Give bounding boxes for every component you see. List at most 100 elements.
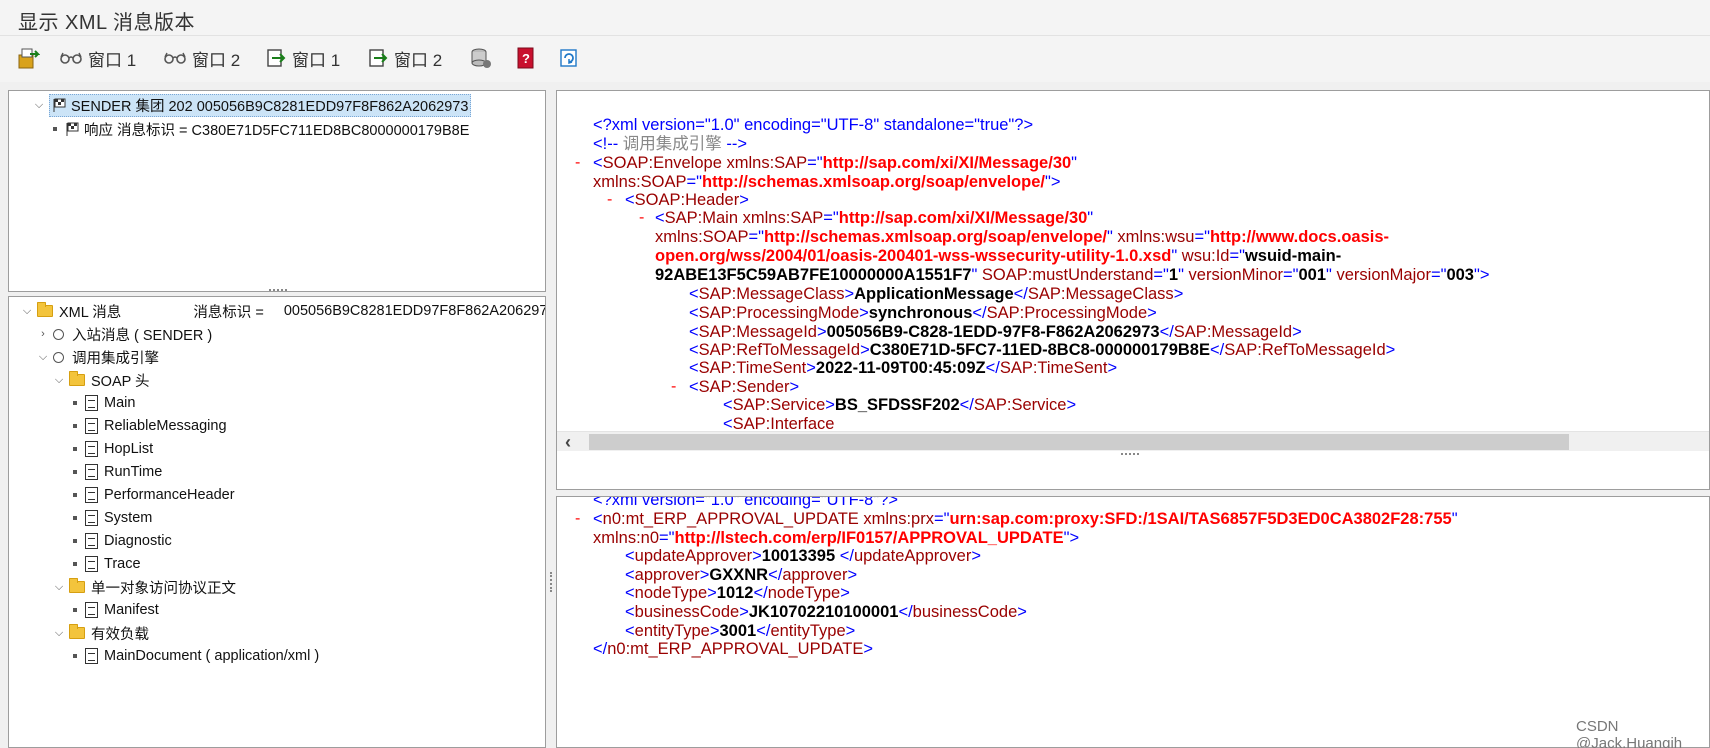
- payload-field-update-approver: <updateApprover>10013395 </updateApprove…: [625, 547, 981, 565]
- database-icon: [471, 48, 491, 68]
- watermark: CSDN @Jack.Huangjh: [1576, 718, 1683, 748]
- document-icon: [85, 556, 98, 572]
- payload-xml-declaration: <?xml version="1.0" encoding="UTF-8"?>: [593, 496, 899, 509]
- svg-text:?: ?: [522, 51, 530, 66]
- payload-field-node-type: <nodeType>1012</nodeType>: [625, 584, 850, 602]
- circle-icon: [53, 351, 64, 363]
- version-tree-pane: ⌵ SENDER 集团 202 005056B9C8281EDD97F8F862…: [8, 90, 546, 292]
- payload-root-open: <n0:mt_ERP_APPROVAL_UPDATE xmlns:prx="ur…: [593, 510, 1458, 528]
- refresh-button[interactable]: [558, 44, 580, 72]
- chevron-down-icon[interactable]: ⌵: [33, 99, 45, 111]
- tree-item-trace[interactable]: Trace: [69, 552, 141, 576]
- view-window-1-button[interactable]: 窗口 1: [60, 44, 136, 72]
- chevron-right-icon[interactable]: ›: [37, 328, 49, 340]
- payload-field-approver: <approver>GXXNR</approver>: [625, 566, 858, 584]
- toolbar: 窗口 1 窗口 2 窗口 1 窗口 2 ?: [0, 36, 1710, 82]
- tree-item-performance-header[interactable]: PerformanceHeader: [69, 483, 235, 507]
- document-icon: [85, 487, 98, 503]
- tree-soap-header[interactable]: ⌵ SOAP 头: [53, 368, 150, 392]
- xml-main-wsu-line: open.org/wss/2004/01/oasis-200401-wss-ws…: [655, 247, 1342, 265]
- payload-root-close: </n0:mt_ERP_APPROVAL_UPDATE>: [593, 640, 874, 658]
- tree-item-main-document[interactable]: MainDocument ( application/xml ): [69, 644, 319, 668]
- xml-comment: <!-- 调用集成引擎 -->: [593, 135, 748, 153]
- chevron-down-icon[interactable]: ⌵: [53, 374, 65, 386]
- xml-envelope-open: <SOAP:Envelope xmlns:SAP="http://sap.com…: [593, 154, 1078, 172]
- tree-integration-engine[interactable]: ⌵ 调用集成引擎: [37, 345, 159, 369]
- chevron-down-icon[interactable]: ⌵: [37, 351, 49, 363]
- scroll-left-icon[interactable]: ‹: [565, 432, 571, 453]
- collapse-payload-root-toggle[interactable]: -: [575, 510, 580, 528]
- tree-xml-message[interactable]: ⌵ XML 消息 消息标识 = 005056B9C8281EDD97F8F862…: [21, 299, 545, 323]
- document-icon: [85, 648, 98, 664]
- version-root-label: SENDER 集团 202 005056B9C8281EDD97F8F862A2…: [71, 98, 469, 115]
- xml-envelope-ns-soap: xmlns:SOAP="http://schemas.xmlsoap.org/s…: [593, 173, 1061, 191]
- xml-view-top: <?xml version="1.0" encoding="UTF-8" sta…: [556, 90, 1710, 490]
- version-response-label: 响应 消息标识 = C380E71D5FC711ED8BC8000000179B…: [84, 122, 470, 139]
- checkered-flag-icon: [53, 98, 66, 112]
- xml-main-attrs-line: 92ABE13F5C59AB7FE10000000A1551F7" SOAP:m…: [655, 266, 1490, 284]
- document-icon: [85, 510, 98, 526]
- xml-field-message-class: <SAP:MessageClass>ApplicationMessage</SA…: [689, 285, 1184, 303]
- xml-main-open: <SAP:Main xmlns:SAP="http://sap.com/xi/X…: [655, 209, 1094, 227]
- collapse-sender-toggle[interactable]: -: [671, 378, 676, 396]
- xml-field-service: <SAP:Service>BS_SFDSSF202</SAP:Service>: [723, 396, 1077, 414]
- document-icon: [85, 533, 98, 549]
- chevron-down-icon[interactable]: ⌵: [53, 627, 65, 639]
- export-icon: [18, 48, 40, 69]
- version-tree-response[interactable]: 响应 消息标识 = C380E71D5FC711ED8BC8000000179B…: [49, 117, 469, 141]
- splitter-grip[interactable]: [269, 289, 287, 291]
- xml-field-time-sent: <SAP:TimeSent>2022-11-09T00:45:09Z</SAP:…: [689, 359, 1118, 377]
- document-icon: [85, 602, 98, 618]
- glasses-icon: [60, 52, 82, 64]
- document-icon: [85, 418, 98, 434]
- glasses-icon: [164, 52, 186, 64]
- payload-root-ns: xmlns:n0="http://lstech.com/erp/IF0157/A…: [593, 529, 1080, 547]
- tree-item-main[interactable]: Main: [69, 391, 135, 415]
- tree-item-runtime[interactable]: RunTime: [69, 460, 162, 484]
- xml-main-ns-line: xmlns:SOAP="http://schemas.xmlsoap.org/s…: [655, 228, 1390, 246]
- splitter-grip[interactable]: [1121, 453, 1139, 455]
- document-arrow-icon: [369, 49, 388, 67]
- xml-sender-open: <SAP:Sender>: [689, 378, 800, 396]
- xml-declaration: <?xml version="1.0" encoding="UTF-8" sta…: [593, 116, 1034, 134]
- folder-open-icon: [69, 578, 85, 593]
- tree-soap-body[interactable]: ⌵ 单一对象访问协议正文: [53, 575, 236, 599]
- folder-open-icon: [69, 371, 85, 386]
- tree-item-manifest[interactable]: Manifest: [69, 598, 159, 622]
- collapse-envelope-toggle[interactable]: -: [575, 154, 580, 172]
- xml-field-message-id: <SAP:MessageId>005056B9-C828-1EDD-97F8-F…: [689, 323, 1302, 341]
- tree-inbound-message[interactable]: › 入站消息 ( SENDER ): [37, 322, 212, 346]
- circle-icon: [53, 328, 64, 340]
- message-tree-pane: ⌵ XML 消息 消息标识 = 005056B9C8281EDD97F8F862…: [8, 296, 546, 748]
- scrollbar-thumb[interactable]: [589, 434, 1569, 450]
- tree-item-hoplist[interactable]: HopList: [69, 437, 153, 461]
- load-window-2-button[interactable]: 窗口 2: [368, 44, 442, 72]
- checkered-flag-icon: [66, 122, 79, 136]
- tree-item-system[interactable]: System: [69, 506, 152, 530]
- tree-item-diagnostic[interactable]: Diagnostic: [69, 529, 172, 553]
- tree-item-reliable-messaging[interactable]: ReliableMessaging: [69, 414, 227, 438]
- document-icon: [85, 464, 98, 480]
- chevron-down-icon[interactable]: ⌵: [53, 581, 65, 593]
- collapse-main-toggle[interactable]: -: [639, 209, 644, 227]
- xml-view-bottom: <?xml version="1.0" encoding="UTF-8"?> -…: [556, 496, 1710, 748]
- tree-payload[interactable]: ⌵ 有效负载: [53, 621, 149, 645]
- help-book-icon: ?: [517, 47, 534, 69]
- window-title-bar: 显示 XML 消息版本: [0, 0, 1710, 36]
- payload-field-business-code: <businessCode>JK10702210100001</business…: [625, 603, 1027, 621]
- folder-open-icon: [37, 302, 53, 317]
- document-icon: [85, 395, 98, 411]
- view-window-2-button[interactable]: 窗口 2: [164, 44, 240, 72]
- export-button[interactable]: [16, 44, 40, 72]
- load-window-1-button[interactable]: 窗口 1: [266, 44, 340, 72]
- payload-field-entity-type: <entityType>3001</entityType>: [625, 622, 856, 640]
- horizontal-scrollbar[interactable]: ‹: [557, 431, 1709, 453]
- help-button[interactable]: ?: [516, 44, 536, 72]
- chevron-down-icon[interactable]: ⌵: [21, 305, 33, 317]
- xml-header-open: <SOAP:Header>: [625, 191, 749, 209]
- version-tree-root[interactable]: ⌵ SENDER 集团 202 005056B9C8281EDD97F8F862…: [33, 93, 472, 117]
- vertical-splitter[interactable]: [546, 90, 556, 748]
- collapse-header-toggle[interactable]: -: [607, 191, 612, 209]
- database-button[interactable]: [470, 44, 492, 72]
- splitter-grip[interactable]: [550, 572, 552, 592]
